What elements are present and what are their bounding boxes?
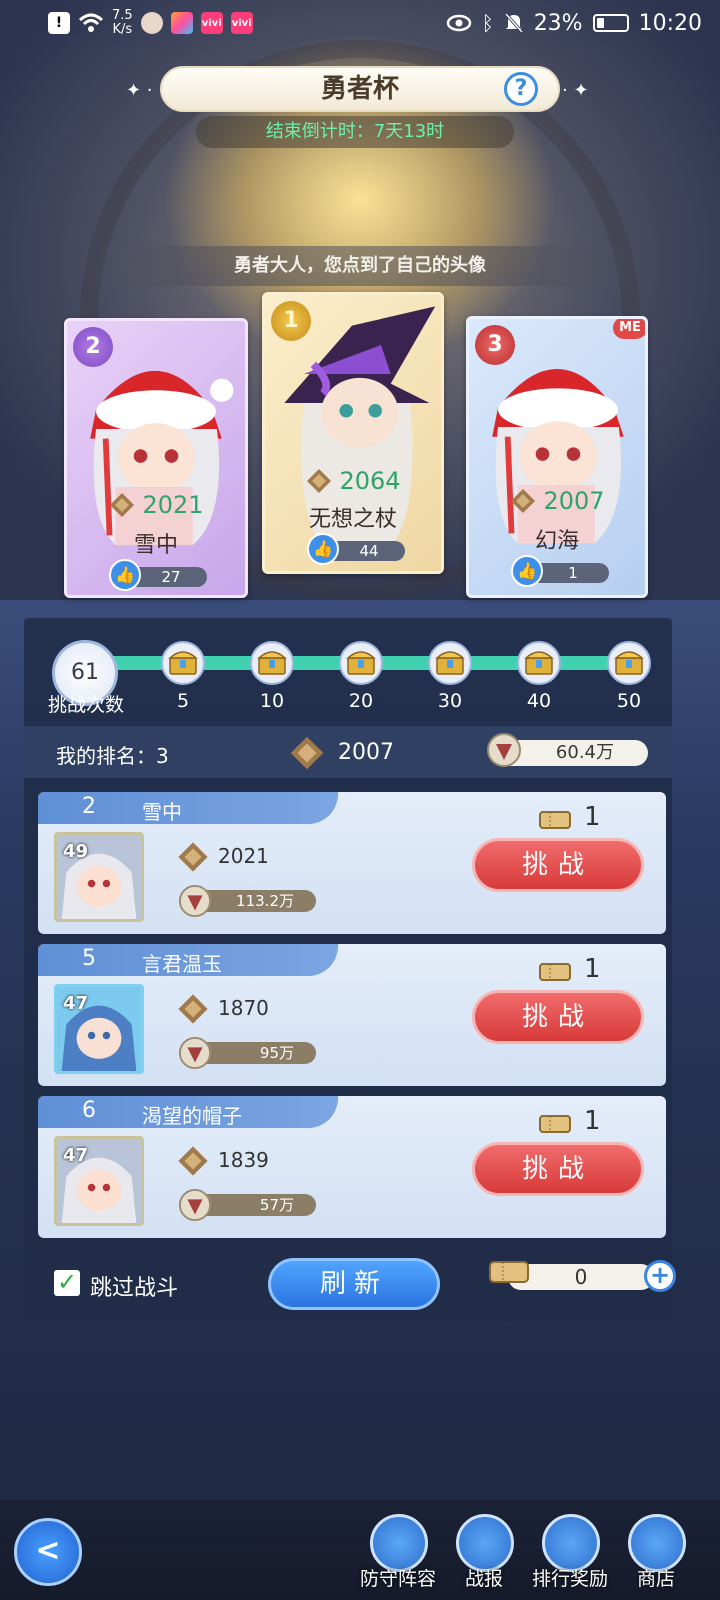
sparkle-icon: ✦ · xyxy=(126,80,153,101)
network-speed: 7.5 K/s xyxy=(112,8,133,37)
rank-badge: 2 xyxy=(73,327,113,367)
avatar-level: 49 xyxy=(63,841,89,862)
power-icon xyxy=(487,733,521,767)
podium-score: 2064 xyxy=(339,467,401,495)
trophy-medal-icon xyxy=(178,994,208,1024)
challenge-button[interactable]: 挑战 xyxy=(472,990,644,1044)
treasure-chest-icon[interactable] xyxy=(427,640,473,686)
refresh-button[interactable]: 刷新 xyxy=(268,1258,440,1310)
eye-icon xyxy=(446,14,471,32)
trophy-medal-icon xyxy=(178,842,208,872)
ticket-cost: 1 xyxy=(584,954,601,984)
power-icon xyxy=(178,1188,212,1222)
avatar[interactable]: 47 xyxy=(54,984,144,1074)
ticket-icon xyxy=(539,811,571,829)
milestone-label: 50 xyxy=(616,690,642,712)
avatar-level: 47 xyxy=(63,993,89,1014)
trophy-medal-icon xyxy=(290,736,324,770)
treasure-chest-icon[interactable] xyxy=(249,640,295,686)
podium-name: 幻海 xyxy=(534,529,579,554)
treasure-chest-icon[interactable] xyxy=(160,640,206,686)
treasure-chest-icon[interactable] xyxy=(606,640,652,686)
power-icon xyxy=(178,884,212,918)
milestone-label: 20 xyxy=(348,690,374,712)
podium-card-rank-3[interactable]: 3 ME 2007 幻海 1 👍 xyxy=(466,316,648,598)
opponent-row: 5 言君温玉 47 1870 95万 1 挑战 xyxy=(38,944,666,1086)
trophy-medal-icon xyxy=(178,1146,208,1176)
treasure-chest-icon[interactable] xyxy=(516,640,562,686)
opponent-rank: 5 xyxy=(82,946,96,971)
opponent-name: 雪中 xyxy=(142,800,182,824)
me-badge: ME xyxy=(613,319,645,339)
like-button[interactable]: 44 👍 xyxy=(307,533,405,565)
thumbs-up-icon: 👍 xyxy=(511,555,543,587)
opponent-name: 言君温玉 xyxy=(142,952,222,976)
opponent-row: 2 雪中 49 2021 113.2万 1 挑战 xyxy=(38,792,666,934)
challenge-button[interactable]: 挑战 xyxy=(472,838,644,892)
avatar-level: 47 xyxy=(63,1145,89,1166)
clock: 10:20 xyxy=(638,10,702,36)
milestone-label: 5 xyxy=(176,690,190,712)
opponent-row: 6 渴望的帽子 47 1839 57万 1 挑战 xyxy=(38,1096,666,1238)
avatar-icon xyxy=(140,12,163,34)
skip-battle-checkbox[interactable]: ✓ xyxy=(54,1270,80,1296)
treasure-chest-icon[interactable] xyxy=(338,640,384,686)
ticket-cost: 1 xyxy=(584,1106,601,1136)
battery-icon xyxy=(592,14,629,32)
podium-card-rank-2[interactable]: 2 2021 雪中 27 👍 xyxy=(64,318,248,598)
app-icon xyxy=(170,12,193,34)
my-rank-label: 我的排名：3 xyxy=(56,744,169,768)
wifi-icon xyxy=(78,13,104,32)
countdown-timer: 结束倒计时：7天13时 xyxy=(196,116,514,148)
alert-icon: ! xyxy=(48,12,70,34)
vivi-icon: vivi xyxy=(200,12,223,34)
like-button[interactable]: 27 👍 xyxy=(109,559,207,591)
bluetooth-icon: ᛒ xyxy=(481,11,494,35)
podium-name: 雪中 xyxy=(133,533,178,558)
podium-name: 无想之杖 xyxy=(308,507,397,532)
opponent-rank: 2 xyxy=(82,794,96,819)
sparkle-icon: · ✦ xyxy=(562,80,589,101)
rank-badge: 1 xyxy=(271,301,311,341)
milestone-label: 10 xyxy=(259,690,285,712)
trophy-medal-icon xyxy=(511,489,536,513)
challenge-count-label: 挑战次数 xyxy=(47,694,124,716)
page-title: 勇者杯 xyxy=(160,66,560,112)
hint-message: 勇者大人，您点到了自己的头像 xyxy=(60,246,660,286)
opponent-score: 2021 xyxy=(218,844,269,868)
milestone-label: 30 xyxy=(437,690,463,712)
nav-shop[interactable]: 商店 xyxy=(614,1514,698,1596)
opponent-score: 1870 xyxy=(218,996,269,1020)
ticket-icon xyxy=(489,1261,529,1283)
ticket-cost: 1 xyxy=(584,802,601,832)
like-button[interactable]: 1 👍 xyxy=(511,555,609,587)
thumbs-up-icon: 👍 xyxy=(307,533,339,565)
rank-badge: 3 xyxy=(475,325,515,365)
ticket-icon xyxy=(539,1115,571,1133)
power-icon xyxy=(178,1036,212,1070)
my-rank-score: 2007 xyxy=(338,740,394,765)
podium-card-rank-1[interactable]: 1 2064 无想之杖 44 👍 xyxy=(262,292,444,574)
milestone-label: 40 xyxy=(526,690,552,712)
opponent-score: 1839 xyxy=(218,1148,269,1172)
thumbs-up-icon: 👍 xyxy=(109,559,141,591)
back-button[interactable]: < xyxy=(14,1518,82,1586)
challenge-button[interactable]: 挑战 xyxy=(472,1142,644,1196)
avatar[interactable]: 47 xyxy=(54,1136,144,1226)
skip-battle-label: 跳过战斗 xyxy=(90,1276,179,1301)
battery-percent: 23% xyxy=(533,10,583,36)
trophy-medal-icon xyxy=(307,469,332,493)
trophy-medal-icon xyxy=(110,493,135,517)
help-button[interactable]: ? xyxy=(504,72,538,106)
add-ticket-button[interactable]: + xyxy=(644,1260,676,1292)
status-bar: ! 7.5 K/s vivi vivi ᛒ 23% 10:20 xyxy=(0,0,720,46)
ticket-icon xyxy=(539,963,571,981)
opponent-rank: 6 xyxy=(82,1098,96,1123)
vivi-icon: vivi xyxy=(230,12,253,34)
podium-score: 2021 xyxy=(142,491,204,519)
avatar[interactable]: 49 xyxy=(54,832,144,922)
opponent-name: 渴望的帽子 xyxy=(142,1104,242,1128)
mute-icon xyxy=(504,13,523,33)
podium-score: 2007 xyxy=(543,487,605,515)
